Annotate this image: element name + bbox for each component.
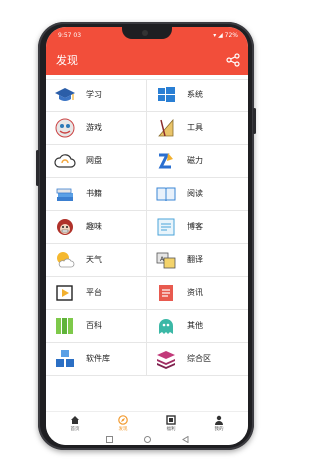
status-right: ▾ ◢ 72% [213,32,238,39]
grid-item-label: 资讯 [187,288,203,297]
grid-item-games[interactable]: 游戏 [46,112,147,144]
grid-item-software[interactable]: 软件库 [46,343,147,375]
grid-item-encyclopedia[interactable]: 百科 [46,310,147,342]
stacked-layers-icon [157,351,175,369]
volume-button [36,150,39,186]
power-button [253,108,256,134]
back-triangle-icon[interactable] [182,428,189,447]
grid-row: 游戏 工具 [46,112,248,145]
cloud-drive-icon [54,154,76,168]
grid-row: 天气 A 翻译 [46,244,248,277]
grid-item-label: 其他 [187,321,203,330]
grid-item-fun[interactable]: 趣味 [46,211,147,243]
grid-item-label: 磁力 [187,156,203,165]
status-time: 9:57 03 [58,32,82,39]
notch [122,27,172,39]
grid-row: 书籍 阅读 [46,178,248,211]
grid-row: 网盘 磁力 [46,145,248,178]
play-platform-icon [56,285,73,301]
ruler-compass-icon [158,118,174,137]
ghost-icon [159,319,173,334]
camera-icon [142,30,148,36]
recent-apps-icon[interactable] [106,428,113,447]
app-bar: 发现 [46,45,248,75]
grid-item-label: 博客 [187,222,203,231]
news-icon [159,285,173,301]
grid-item-label: 综合区 [187,354,211,363]
phone-screen: 9:57 03 ▾ ◢ 72% 发现 学习 系统 游戏 工具 网盘 磁力 书籍 … [46,27,248,445]
grid-row: 软件库 综合区 [46,343,248,376]
grid-row: 学习 系统 [46,79,248,112]
grid-item-label: 网盘 [86,156,102,165]
monkey-face-icon [57,219,73,235]
grid-item-label: 百科 [86,321,102,330]
share-icon[interactable] [226,53,240,67]
grid-item-translate[interactable]: A 翻译 [147,244,247,276]
grid-item-tools[interactable]: 工具 [147,112,247,144]
system-nav-bar [46,423,248,444]
grid-item-comprehensive[interactable]: 综合区 [147,343,247,375]
grid-row: 百科 其他 [46,310,248,343]
grid-item-label: 天气 [86,255,102,264]
grid-item-reading[interactable]: 阅读 [147,178,247,210]
grid-row: 平台 资讯 [46,277,248,310]
discover-grid: 学习 系统 游戏 工具 网盘 磁力 书籍 阅读 趣味 博客 天气 A 翻译 平台… [46,75,248,411]
grid-item-news[interactable]: 资讯 [147,277,247,309]
grid-item-label: 系统 [187,90,203,99]
grid-item-label: 阅读 [187,189,203,198]
signal-icon: ▾ ◢ [213,32,225,39]
open-book-icon [156,187,176,202]
game-mascot-icon [55,118,75,138]
books-icon [56,188,73,201]
graduation-cap-icon [55,88,75,101]
grid-item-blog[interactable]: 博客 [147,211,247,243]
grid-item-label: 软件库 [86,354,110,363]
battery-text: 72% [224,32,238,39]
grid-item-label: 游戏 [86,123,102,132]
grid-item-platform[interactable]: 平台 [46,277,147,309]
page-title: 发现 [56,54,78,67]
grid-item-label: 平台 [86,288,102,297]
grid-item-books[interactable]: 书籍 [46,178,147,210]
grid-item-label: 翻译 [187,255,203,264]
grid-item-study[interactable]: 学习 [46,79,147,111]
magnet-icon [158,153,173,169]
translate-icon: A [156,252,176,269]
software-boxes-icon [56,350,74,367]
grid-item-label: 学习 [86,90,102,99]
grid-item-magnet[interactable]: 磁力 [147,145,247,177]
home-circle-icon[interactable] [144,428,151,447]
blog-icon [157,218,175,236]
grid-item-other[interactable]: 其他 [147,310,247,342]
grid-item-label: 书籍 [86,189,102,198]
grid-item-system[interactable]: 系统 [147,79,247,111]
grid-row: 趣味 博客 [46,211,248,244]
grid-item-label: 趣味 [86,222,102,231]
windows-logo-icon [158,87,175,102]
grid-item-label: 工具 [187,123,203,132]
grid-item-cloud-drive[interactable]: 网盘 [46,145,147,177]
weather-sun-cloud-icon [57,252,75,268]
encyclopedia-books-icon [56,318,73,334]
grid-item-weather[interactable]: 天气 [46,244,147,276]
